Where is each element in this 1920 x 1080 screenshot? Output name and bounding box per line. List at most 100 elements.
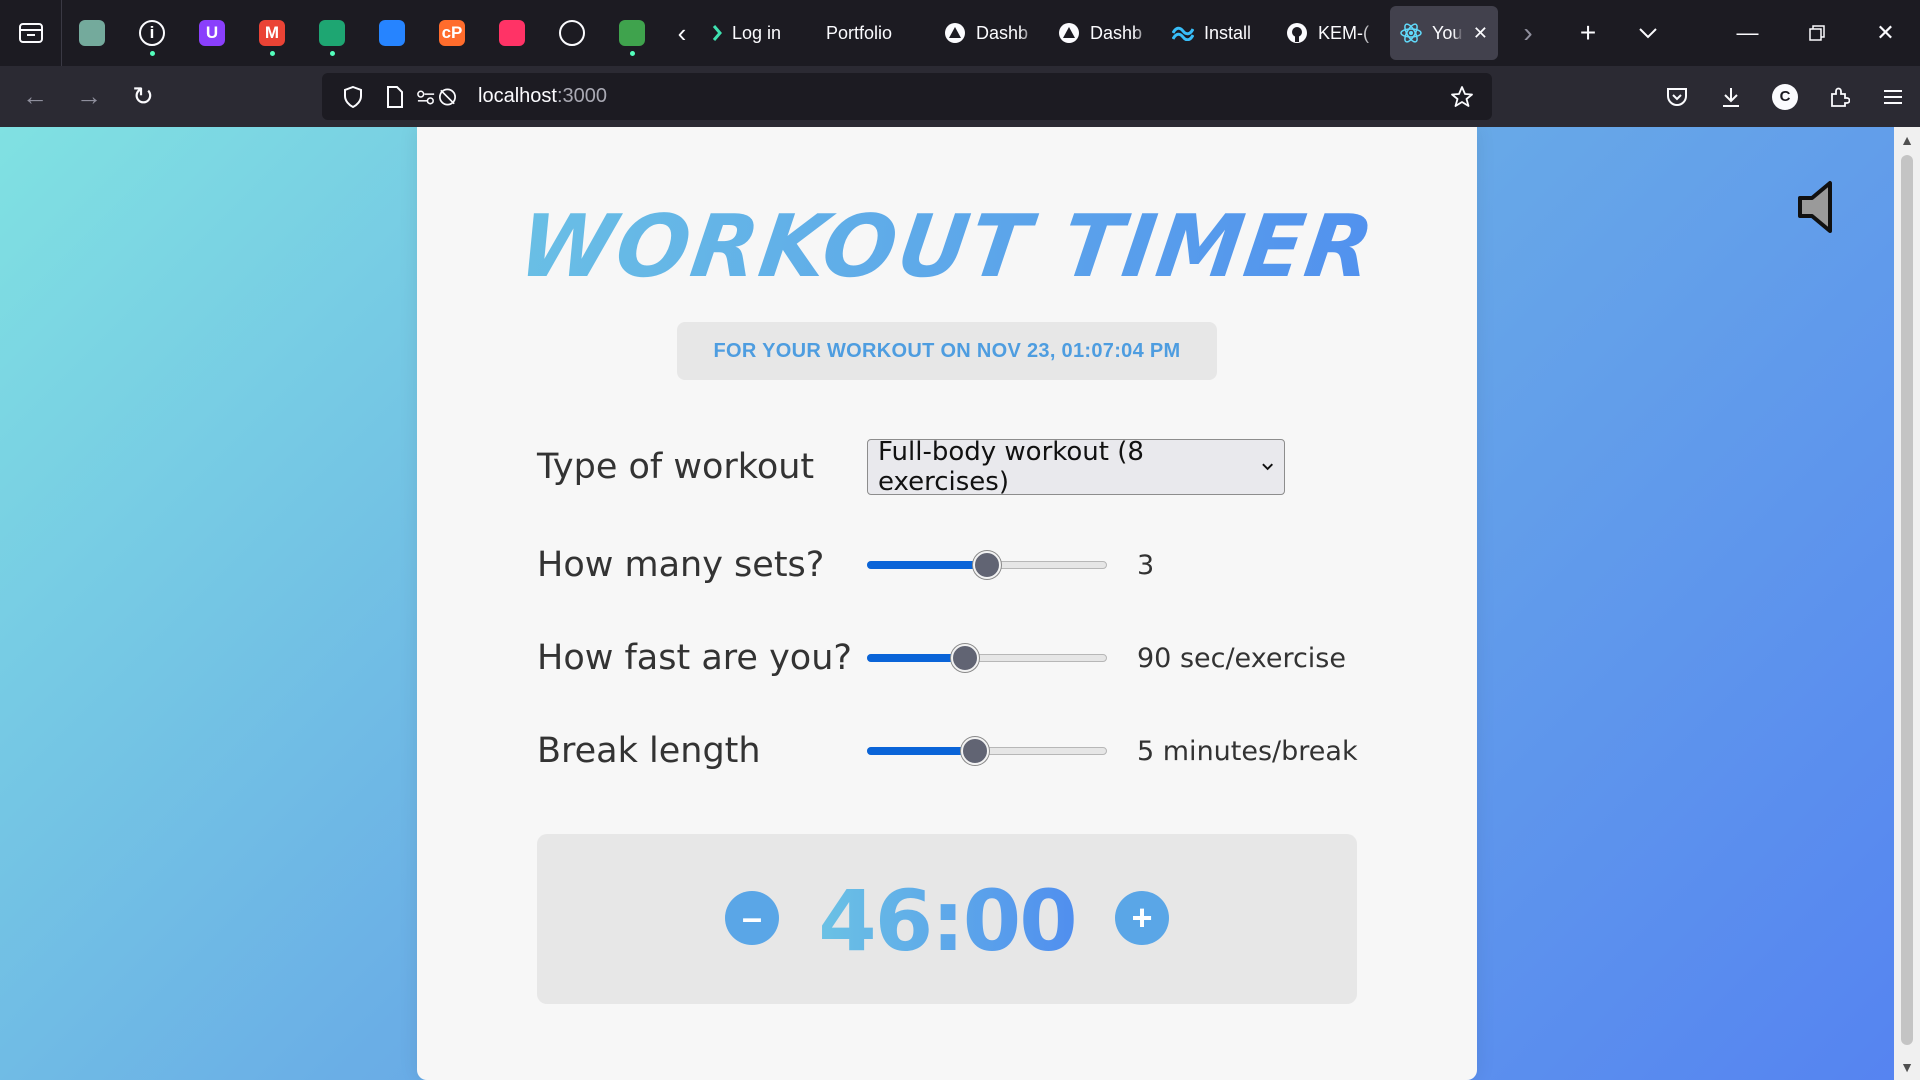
- triangle-icon: [1058, 22, 1080, 44]
- app-menu-button[interactable]: [1866, 70, 1920, 124]
- new-tab-button[interactable]: +: [1558, 0, 1618, 66]
- workout-type-label: Type of workout: [537, 447, 815, 487]
- earth-pinned-tab[interactable]: [602, 0, 662, 66]
- tabs-scroll-left-button[interactable]: ‹: [662, 0, 702, 66]
- back-button[interactable]: ←: [8, 70, 62, 124]
- chatgpt-pinned-tab[interactable]: [62, 0, 122, 66]
- github-icon: [1286, 22, 1308, 44]
- url-text[interactable]: localhost:3000: [478, 85, 607, 108]
- forward-button[interactable]: →: [62, 70, 116, 124]
- close-window-button[interactable]: ✕: [1851, 0, 1920, 66]
- speed-row: How fast are you? 90 sec/exercise: [537, 628, 1397, 688]
- workout-type-row: Type of workout Full-body workout (8 exe…: [537, 437, 1397, 497]
- workout-type-select[interactable]: Full-body workout (8 exercises): [867, 437, 1285, 497]
- proton-pinned-tab[interactable]: U: [182, 0, 242, 66]
- unsplash-favicon-icon: [499, 20, 525, 46]
- reload-button[interactable]: ↻: [116, 70, 170, 124]
- tab-strip: i U McP ‹ Log in Portfolio Dashb Dashb Install…: [0, 0, 1920, 66]
- speed-label: How fast are you?: [537, 638, 852, 678]
- account-avatar-icon: C: [1772, 83, 1798, 110]
- tracking-protection-button[interactable]: [332, 73, 374, 120]
- sets-slider[interactable]: [867, 548, 1107, 582]
- list-all-tabs-button[interactable]: [1618, 0, 1678, 66]
- arrow-left-icon: ←: [22, 81, 48, 111]
- page-title: WORKOUT TIMER: [410, 197, 1484, 297]
- cpanel-favicon-icon: cP: [439, 20, 465, 46]
- window-controls: — ✕: [1713, 0, 1920, 66]
- slider-thumb[interactable]: [951, 644, 980, 672]
- chevron-down-icon: [1639, 28, 1657, 39]
- slider-fill: [867, 561, 987, 569]
- react-icon: [1400, 22, 1422, 44]
- bookmark-star-button[interactable]: [1442, 73, 1482, 120]
- chevron-left-icon: ‹: [677, 17, 687, 48]
- browser-tab[interactable]: Portfolio: [816, 6, 934, 60]
- activity-pinned-tab[interactable]: [302, 0, 362, 66]
- gmail-pinned-tab[interactable]: M: [242, 0, 302, 66]
- globe-pinned-tab[interactable]: [542, 0, 602, 66]
- break-row: Break length 5 minutes/break: [537, 721, 1397, 781]
- browser-tab[interactable]: You ✕: [1390, 6, 1498, 60]
- tabs-scroll-right-button[interactable]: ›: [1498, 0, 1558, 66]
- minimize-icon: —: [1736, 20, 1759, 45]
- pocket-button[interactable]: [1650, 70, 1704, 124]
- scroll-down-button[interactable]: ▼: [1894, 1054, 1920, 1080]
- jira-pinned-tab[interactable]: [362, 0, 422, 66]
- info-favicon-icon: i: [139, 20, 165, 46]
- gmail-favicon-icon: M: [259, 20, 285, 46]
- permissions-icon: [417, 88, 456, 105]
- break-label: Break length: [537, 731, 761, 771]
- account-button[interactable]: C: [1758, 70, 1812, 124]
- unsplash-pinned-tab[interactable]: [482, 0, 542, 66]
- green-dot-icon: [712, 22, 722, 44]
- browser-tab[interactable]: Dashb: [1048, 6, 1162, 60]
- cpanel-pinned-tab[interactable]: cP: [422, 0, 482, 66]
- page-icon: [387, 85, 403, 108]
- close-tab-icon[interactable]: ✕: [1473, 23, 1488, 44]
- page-info-button[interactable]: [374, 73, 416, 120]
- timer-card: WORKOUT TIMER FOR YOUR WORKOUT ON NOV 23…: [417, 127, 1477, 1080]
- speed-value: 90 sec/exercise: [1137, 642, 1346, 674]
- tab-title: Install: [1204, 22, 1252, 43]
- firefox-view-button[interactable]: [0, 0, 62, 66]
- info-pinned-tab[interactable]: i: [122, 0, 182, 66]
- url-bar[interactable]: localhost:3000: [322, 73, 1492, 120]
- tabbar-actions: › +: [1498, 0, 1678, 66]
- tab-attention-dot: [629, 51, 635, 56]
- timer-panel: – 46:00 +: [537, 834, 1357, 1004]
- restore-button[interactable]: [1782, 0, 1851, 66]
- extensions-button[interactable]: [1812, 70, 1866, 124]
- sets-label: How many sets?: [537, 545, 825, 585]
- firefox-view-icon: [18, 23, 43, 43]
- scroll-up-button[interactable]: ▲: [1894, 127, 1920, 153]
- sets-value: 3: [1137, 549, 1155, 581]
- speed-slider[interactable]: [867, 641, 1107, 675]
- caret-down-icon: ▼: [1900, 1059, 1914, 1075]
- arrow-right-icon: →: [76, 81, 102, 111]
- browser-tab[interactable]: Log in: [702, 6, 816, 60]
- workout-type-selected-value: Full-body workout (8 exercises): [878, 437, 1144, 497]
- star-icon: [1451, 85, 1473, 107]
- slider-thumb[interactable]: [973, 551, 1001, 579]
- download-icon: [1723, 87, 1739, 107]
- minimize-button[interactable]: —: [1713, 0, 1782, 66]
- proton-favicon-icon: U: [199, 20, 225, 46]
- decrease-time-button[interactable]: –: [725, 891, 779, 945]
- page-viewport: WORKOUT TIMER FOR YOUR WORKOUT ON NOV 23…: [0, 127, 1920, 1080]
- triangle-icon: [944, 22, 966, 44]
- browser-tab[interactable]: Install: [1162, 6, 1276, 60]
- increase-time-button[interactable]: +: [1115, 891, 1169, 945]
- browser-tab[interactable]: Dashb: [934, 6, 1048, 60]
- scrollbar-thumb[interactable]: [1901, 155, 1913, 1045]
- downloads-button[interactable]: [1704, 70, 1758, 124]
- break-slider[interactable]: [867, 734, 1107, 768]
- permissions-button[interactable]: [416, 73, 458, 120]
- browser-tab[interactable]: KEM-(: [1276, 6, 1390, 60]
- tab-attention-dot: [149, 51, 155, 56]
- tab-title: Dashb: [976, 22, 1029, 43]
- caret-up-icon: ▲: [1900, 132, 1914, 148]
- sound-toggle-button[interactable]: [1796, 179, 1842, 235]
- slider-thumb[interactable]: [961, 737, 989, 765]
- earth-favicon-icon: [619, 20, 645, 46]
- vertical-scrollbar[interactable]: ▲ ▼: [1894, 127, 1920, 1080]
